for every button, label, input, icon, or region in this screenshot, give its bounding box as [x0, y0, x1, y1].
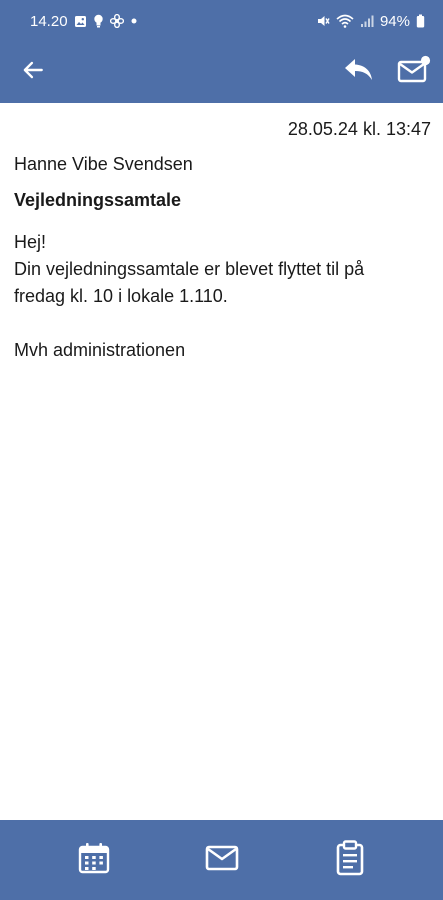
wifi-icon — [336, 14, 354, 28]
message-body-line: fredag kl. 10 i lokale 1.110. — [14, 286, 228, 306]
message-screen: 14.20 94% 28.05.24 kl. 13:47 Hanne Vibe … — [0, 0, 443, 900]
message-date: 28.05.24 kl. 13:47 — [287, 119, 431, 139]
status-right: 94% — [316, 13, 425, 30]
clipboard-icon — [334, 839, 366, 881]
top-bar: 14.20 94% — [0, 0, 443, 103]
message-body-line: Mvh administrationen — [14, 340, 186, 360]
message-body: Hej! Din vejledningssamtale er blevet fl… — [14, 229, 434, 364]
message-body-line — [14, 310, 434, 337]
bulb-icon — [93, 14, 104, 28]
status-time: 14.20 — [30, 12, 68, 30]
battery-icon — [416, 14, 425, 28]
nav-calendar-button[interactable] — [77, 841, 111, 880]
app-bar — [0, 42, 443, 103]
reply-button[interactable] — [343, 56, 375, 89]
back-button[interactable] — [20, 57, 46, 88]
nav-clipboard-button[interactable] — [334, 839, 366, 881]
message-body-line: Din vejledningssamtale er blevet flyttet… — [14, 259, 365, 279]
battery-percent: 94% — [379, 12, 410, 30]
nav-mail-button[interactable] — [204, 844, 240, 877]
reply-icon — [343, 56, 375, 89]
status-bar: 14.20 94% — [0, 0, 443, 42]
message-body-line: Hej! — [14, 232, 47, 252]
message-sender: Hanne Vibe Svendsen — [14, 154, 193, 174]
calendar-icon — [77, 841, 111, 880]
mark-unread-button[interactable] — [397, 55, 431, 90]
mail-icon — [204, 844, 240, 877]
arrow-left-icon — [20, 57, 46, 88]
signal-icon — [360, 14, 374, 28]
status-left: 14.20 — [30, 13, 138, 30]
mail-unread-icon — [397, 55, 431, 90]
mute-icon — [316, 14, 330, 28]
message-subject: Vejledningssamtale — [14, 190, 182, 210]
fan-icon — [109, 14, 124, 28]
image-icon — [74, 15, 87, 28]
dot-icon — [130, 17, 138, 25]
bottom-nav — [0, 820, 443, 900]
app-bar-actions — [343, 55, 431, 90]
